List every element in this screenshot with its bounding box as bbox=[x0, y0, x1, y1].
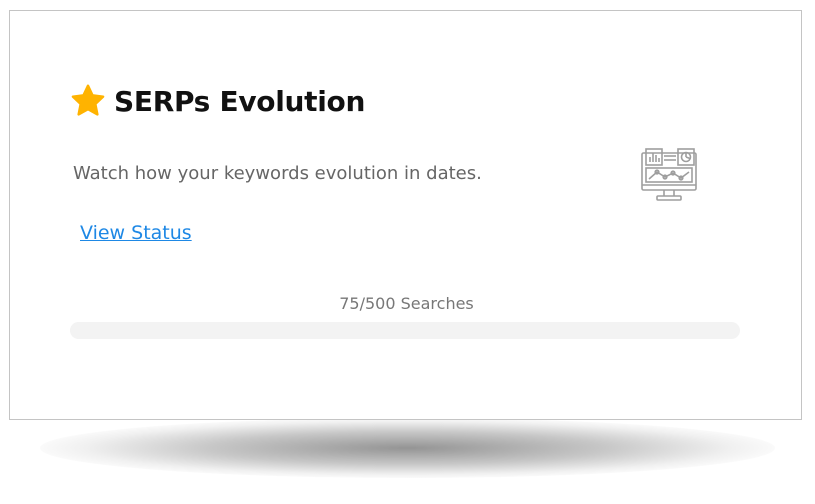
searches-progress-fill bbox=[70, 322, 171, 339]
card-header: SERPs Evolution bbox=[70, 83, 365, 119]
searches-count: 75/500 Searches bbox=[339, 294, 474, 313]
page: SERPs Evolution Watch how your keywords … bbox=[0, 0, 815, 504]
star-icon bbox=[71, 84, 105, 116]
feature-card: SERPs Evolution Watch how your keywords … bbox=[9, 10, 802, 420]
card-title: SERPs Evolution bbox=[114, 84, 366, 118]
card-description: Watch how your keywords evolution in dat… bbox=[73, 163, 482, 184]
monitor-analytics-icon bbox=[641, 148, 697, 201]
view-status-link[interactable]: View Status bbox=[80, 222, 192, 244]
card-shadow bbox=[40, 418, 775, 478]
searches-progress-bar bbox=[70, 322, 740, 339]
